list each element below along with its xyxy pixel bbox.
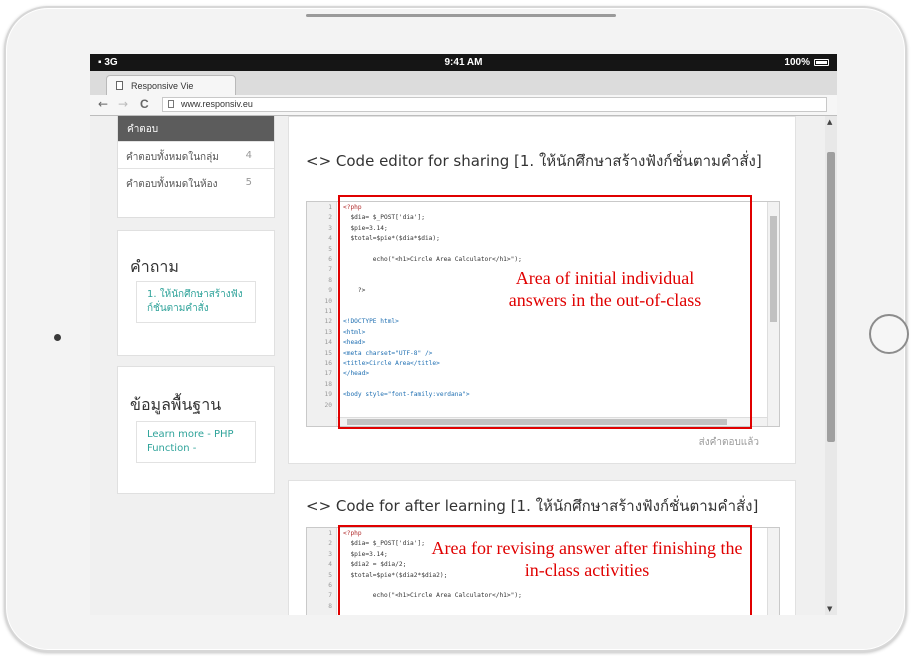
menu-item-label: คำตอบทั้งหมดในกลุ่ม xyxy=(126,152,219,163)
revision-editor-card: <> Code for after learning [1. ให้นักศึก… xyxy=(288,480,796,615)
annotation-box xyxy=(338,195,752,429)
line-number: 6 xyxy=(328,582,332,589)
line-number: 12 xyxy=(324,318,332,326)
learn-more-link[interactable]: Learn more - PHP Function - xyxy=(136,421,256,463)
page-scrollbar[interactable]: ▲ ▼ xyxy=(825,116,837,615)
panel-title: ข้อมูลพื้นฐาน xyxy=(130,395,222,414)
line-number: 14 xyxy=(324,339,332,347)
browser-toolbar: ← → C www.responsiv.eu xyxy=(90,95,837,116)
line-number: 15 xyxy=(324,349,332,357)
scroll-thumb[interactable] xyxy=(770,216,777,322)
code-editor-card: <> Code editor for sharing [1. ให้นักศึก… xyxy=(288,116,796,464)
power-button xyxy=(306,14,616,17)
battery-indicator: 100% xyxy=(784,57,829,68)
card-title: <> Code for after learning [1. ให้นักศึก… xyxy=(306,497,759,515)
menu-item-label: คำตอบทั้งหมดในห้อง xyxy=(126,179,218,190)
line-number: 4 xyxy=(328,561,332,569)
scroll-up-icon[interactable]: ▲ xyxy=(827,118,832,126)
line-number: 20 xyxy=(324,401,332,409)
editor-vertical-scrollbar[interactable] xyxy=(767,202,779,426)
line-number: 5 xyxy=(328,571,332,579)
browser-tab-bar: Responsive Vie xyxy=(90,71,837,95)
basics-panel: ข้อมูลพื้นฐาน Learn more - PHP Function … xyxy=(117,366,275,494)
menu-item-count: 4 xyxy=(245,150,252,161)
forward-arrow-icon[interactable]: → xyxy=(118,97,128,111)
line-number: 19 xyxy=(324,391,332,399)
battery-icon xyxy=(814,59,829,66)
line-number-gutter: 1 2 3 4 5 6 7 8 9 10 11 12 13 14 15 16 17 18 19 20 xyxy=(307,202,337,426)
card-title: <> Code editor for sharing [1. ให้นักศึก… xyxy=(306,152,762,170)
status-time: 9:41 AM xyxy=(444,57,483,68)
back-arrow-icon[interactable]: ← xyxy=(98,97,108,111)
line-number: 8 xyxy=(328,602,332,610)
line-number: 2 xyxy=(328,214,332,222)
home-button[interactable] xyxy=(869,314,909,354)
editor-vertical-scrollbar[interactable] xyxy=(767,528,779,615)
line-number: 7 xyxy=(328,592,332,600)
line-number: 3 xyxy=(328,224,332,232)
scroll-down-icon[interactable]: ▼ xyxy=(827,605,832,613)
line-number: 7 xyxy=(328,266,332,274)
page-icon xyxy=(168,100,174,108)
line-number: 1 xyxy=(328,530,332,537)
line-number: 1 xyxy=(328,204,332,211)
answers-menu: คำตอบ คำตอบทั้งหมดในกลุ่ม 4 คำตอบทั้งหมด… xyxy=(117,116,275,218)
battery-percent: 100% xyxy=(784,57,810,68)
tab-title: Responsive Vie xyxy=(131,81,194,91)
menu-item-count: 5 xyxy=(245,177,252,188)
line-number: 10 xyxy=(324,297,332,305)
line-number: 5 xyxy=(328,245,332,253)
front-camera xyxy=(54,334,61,341)
line-number: 6 xyxy=(328,256,332,263)
line-number: 17 xyxy=(324,370,332,378)
submitted-status[interactable]: ส่งคำตอบแล้ว xyxy=(699,435,759,450)
annotation-text: Area for revising answer after finishing… xyxy=(431,538,743,580)
web-page: คำตอบ คำตอบทั้งหมดในกลุ่ม 4 คำตอบทั้งหมด… xyxy=(90,116,837,615)
question-link[interactable]: 1. ให้นักศึกษาสร้างฟังก์ชั่นตามคำสั่ง xyxy=(136,281,256,323)
sidebar: คำตอบ คำตอบทั้งหมดในกลุ่ม 4 คำตอบทั้งหมด… xyxy=(117,116,275,494)
page-icon xyxy=(116,81,123,90)
tablet-screen: ▪ 3G 9:41 AM 100% Responsive Vie ← → C w… xyxy=(90,54,837,615)
line-number: 18 xyxy=(324,380,332,388)
browser-tab[interactable]: Responsive Vie xyxy=(106,75,236,95)
line-number: 9 xyxy=(328,287,332,295)
page-scroll-thumb[interactable] xyxy=(827,152,835,442)
line-number: 13 xyxy=(324,328,332,336)
address-text: www.responsiv.eu xyxy=(181,99,253,109)
line-number: 16 xyxy=(324,360,332,367)
reload-icon[interactable]: C xyxy=(140,97,149,111)
address-bar[interactable]: www.responsiv.eu xyxy=(162,97,827,112)
line-number: 4 xyxy=(328,235,332,243)
status-bar: ▪ 3G 9:41 AM 100% xyxy=(90,54,837,71)
panel-title: คำถาม xyxy=(130,257,179,276)
menu-item-class-answers[interactable]: คำตอบทั้งหมดในห้อง 5 xyxy=(118,168,274,195)
line-number: 2 xyxy=(328,540,332,548)
line-number: 11 xyxy=(324,308,332,315)
line-number: 8 xyxy=(328,276,332,284)
line-number: 3 xyxy=(328,550,332,558)
questions-panel: คำถาม 1. ให้นักศึกษาสร้างฟังก์ชั่นตามคำส… xyxy=(117,230,275,356)
menu-header[interactable]: คำตอบ xyxy=(118,116,274,141)
annotation-text: Area of initial individual answers in th… xyxy=(508,268,702,310)
menu-item-group-answers[interactable]: คำตอบทั้งหมดในกลุ่ม 4 xyxy=(118,141,274,168)
line-number-gutter: 1 2 3 4 5 6 7 8 xyxy=(307,528,337,615)
